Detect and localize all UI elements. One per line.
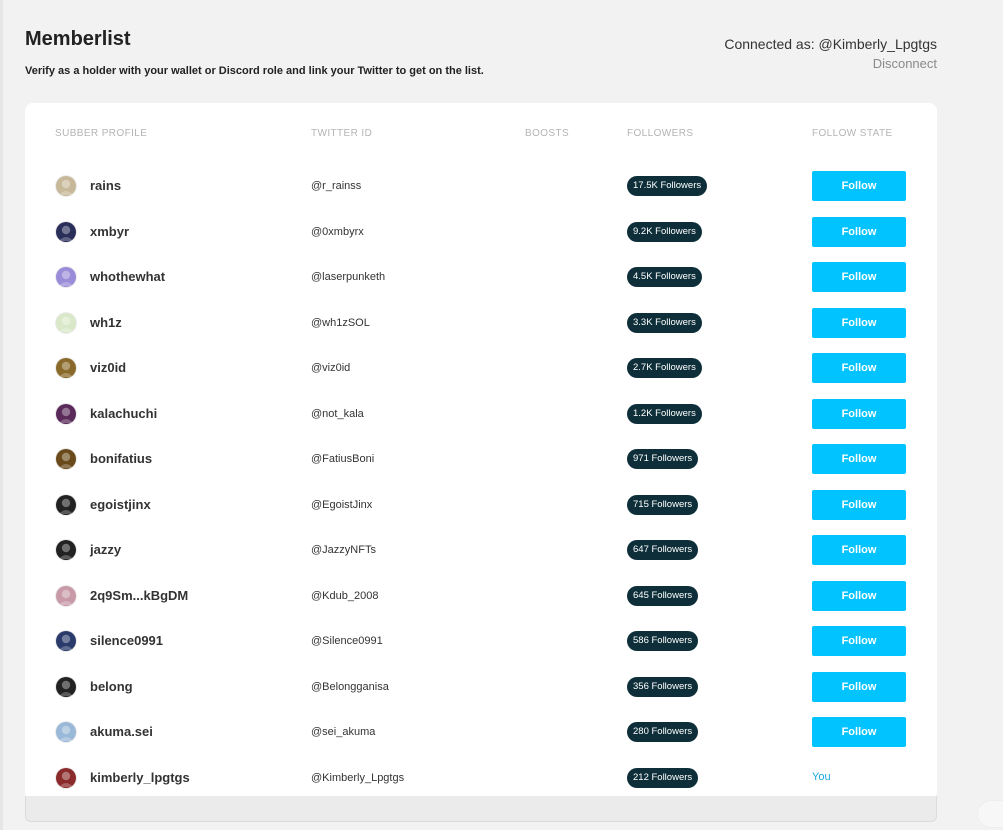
follow-button[interactable]: Follow — [812, 672, 906, 702]
followers-badge: 1.2K Followers — [627, 404, 702, 424]
avatar — [55, 175, 77, 197]
followers-badge: 3.3K Followers — [627, 313, 702, 333]
page-subtitle: Verify as a holder with your wallet or D… — [25, 65, 484, 77]
twitter-id[interactable]: @Kimberly_Lpgtgs — [311, 772, 404, 784]
followers-badge: 356 Followers — [627, 677, 699, 697]
avatar — [55, 266, 77, 288]
member-name: bonifatius — [90, 451, 153, 466]
disconnect-link[interactable]: Disconnect — [873, 56, 937, 71]
you-label: You — [812, 771, 831, 783]
avatar — [55, 312, 77, 334]
avatar — [55, 676, 77, 698]
avatar — [55, 630, 77, 652]
avatar — [55, 767, 77, 789]
twitter-id[interactable]: @not_kala — [311, 408, 364, 420]
member-name: akuma.sei — [90, 724, 153, 739]
followers-badge: 715 Followers — [627, 495, 699, 515]
page-title: Memberlist — [25, 28, 131, 50]
table-row: bonifatius @FatiusBoni 971 Followers Follow — [0, 444, 1003, 474]
connected-account-label: Connected as: @Kimberly_Lpgtgs — [724, 36, 937, 52]
follow-button[interactable]: Follow — [812, 717, 906, 747]
followers-badge: 4.5K Followers — [627, 267, 702, 287]
twitter-id[interactable]: @laserpunketh — [311, 271, 385, 283]
followers-badge: 2.7K Followers — [627, 358, 702, 378]
followers-badge: 645 Followers — [627, 586, 699, 606]
follow-button[interactable]: Follow — [812, 490, 906, 520]
follow-button[interactable]: Follow — [812, 444, 906, 474]
member-name: kimberly_lpgtgs — [90, 770, 190, 785]
table-row: viz0id @viz0id 2.7K Followers Follow — [0, 353, 1003, 383]
twitter-id[interactable]: @Silence0991 — [311, 635, 383, 647]
table-row: wh1z @wh1zSOL 3.3K Followers Follow — [0, 308, 1003, 338]
table-row: rains @r_rainss 17.5K Followers Follow — [0, 171, 1003, 201]
follow-button[interactable]: Follow — [812, 581, 906, 611]
twitter-id[interactable]: @sei_akuma — [311, 726, 375, 738]
avatar — [55, 357, 77, 379]
follow-button[interactable]: Follow — [812, 399, 906, 429]
table-row: silence0991 @Silence0991 586 Followers Foll… — [0, 626, 1003, 656]
twitter-id[interactable]: @0xmbyrx — [311, 226, 364, 238]
avatar — [55, 403, 77, 425]
avatar — [55, 221, 77, 243]
member-name: belong — [90, 679, 133, 694]
follow-button[interactable]: Follow — [812, 262, 906, 292]
avatar — [55, 585, 77, 607]
member-name: 2q9Sm...kBgDM — [90, 588, 189, 603]
table-row: xmbyr @0xmbyrx 9.2K Followers Follow — [0, 217, 1003, 247]
followers-badge: 971 Followers — [627, 449, 699, 469]
follow-button[interactable]: Follow — [812, 353, 906, 383]
follow-button[interactable]: Follow — [812, 626, 906, 656]
table-header: SUBBER PROFILE TWITTER ID BOOSTS FOLLOWE… — [0, 128, 1003, 142]
twitter-id[interactable]: @FatiusBoni — [311, 453, 374, 465]
member-name: wh1z — [90, 315, 122, 330]
member-name: whothewhat — [90, 269, 166, 284]
followers-badge: 647 Followers — [627, 540, 699, 560]
avatar — [55, 721, 77, 743]
chat-bubble[interactable] — [977, 800, 1003, 828]
member-name: jazzy — [90, 542, 122, 557]
twitter-id[interactable]: @EgoistJinx — [311, 499, 372, 511]
followers-badge: 212 Followers — [627, 768, 699, 788]
twitter-id[interactable]: @Belongganisa — [311, 681, 389, 693]
column-header-follow-state: FOLLOW STATE — [812, 128, 893, 139]
twitter-id[interactable]: @wh1zSOL — [311, 317, 370, 329]
follow-button[interactable]: Follow — [812, 308, 906, 338]
column-header-followers: FOLLOWERS — [627, 128, 694, 139]
table-row: belong @Belongganisa 356 Followers Follow — [0, 672, 1003, 702]
followers-badge: 17.5K Followers — [627, 176, 708, 196]
table-row: jazzy @JazzyNFTs 647 Followers Follow — [0, 535, 1003, 565]
member-name: viz0id — [90, 360, 127, 375]
table-row: 2q9Sm...kBgDM @Kdub_2008 645 Followers Foll… — [0, 581, 1003, 611]
followers-badge: 280 Followers — [627, 722, 699, 742]
follow-button[interactable]: Follow — [812, 171, 906, 201]
table-row: whothewhat @laserpunketh 4.5K Followers Fol… — [0, 262, 1003, 292]
member-name: xmbyr — [90, 224, 130, 239]
twitter-id[interactable]: @JazzyNFTs — [311, 544, 376, 556]
card-footer — [25, 796, 937, 822]
twitter-id[interactable]: @viz0id — [311, 362, 350, 374]
twitter-id[interactable]: @r_rainss — [311, 180, 361, 192]
column-header-twitter: TWITTER ID — [311, 128, 373, 139]
avatar — [55, 448, 77, 470]
member-name: kalachuchi — [90, 406, 158, 421]
follow-button[interactable]: Follow — [812, 535, 906, 565]
table-row: akuma.sei @sei_akuma 280 Followers Follow — [0, 717, 1003, 747]
table-row: kimberly_lpgtgs @Kimberly_Lpgtgs 212 Follo… — [0, 763, 1003, 793]
avatar — [55, 494, 77, 516]
follow-button[interactable]: Follow — [812, 217, 906, 247]
table-row: kalachuchi @not_kala 1.2K Followers Follow — [0, 399, 1003, 429]
followers-badge: 9.2K Followers — [627, 222, 702, 242]
followers-badge: 586 Followers — [627, 631, 699, 651]
member-name: egoistjinx — [90, 497, 151, 512]
member-name: rains — [90, 178, 122, 193]
member-name: silence0991 — [90, 633, 164, 648]
column-header-boosts: BOOSTS — [525, 128, 570, 139]
column-header-profile: SUBBER PROFILE — [55, 128, 148, 139]
twitter-id[interactable]: @Kdub_2008 — [311, 590, 378, 602]
table-row: egoistjinx @EgoistJinx 715 Followers Follow — [0, 490, 1003, 520]
avatar — [55, 539, 77, 561]
